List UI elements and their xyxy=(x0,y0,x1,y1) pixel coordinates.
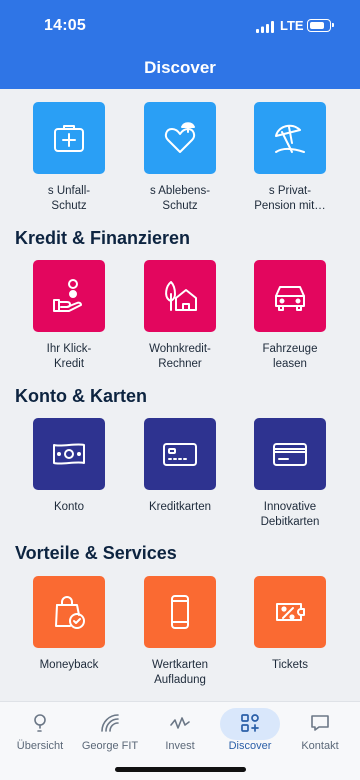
tile-wertkarten-aufladung[interactable]: Wertkarten Aufladung xyxy=(130,576,230,688)
tile-icon-box xyxy=(254,260,326,332)
tile-label: Fahrzeuge leasen xyxy=(262,343,318,370)
status-time: 14:05 xyxy=(44,17,86,34)
banknote-icon xyxy=(53,443,85,465)
tile-icon-box xyxy=(144,576,216,648)
tile-moneyback[interactable]: Moneyback xyxy=(19,576,119,673)
tile-label: s Ablebens- Schutz xyxy=(149,185,211,212)
tile-icon-box xyxy=(254,102,326,174)
tile-ablebens-schutz[interactable]: s Ablebens- Schutz xyxy=(130,102,230,214)
tab-label: Kontakt xyxy=(301,740,339,752)
overview-icon xyxy=(34,714,46,732)
tile-label: Innovative Debitkarten xyxy=(260,501,320,528)
debit-card-icon xyxy=(273,443,307,466)
invest-icon xyxy=(170,717,190,729)
tile-icon-box xyxy=(254,576,326,648)
tile-label: s Unfall- Schutz xyxy=(47,185,91,212)
tile-icon-box xyxy=(33,576,105,648)
percent-ticket-icon xyxy=(276,603,305,621)
app-header: 14:05 LTE Discover xyxy=(0,0,360,89)
tile-konto[interactable]: Konto xyxy=(19,418,119,515)
tab-label: George FIT xyxy=(81,740,139,752)
chat-icon xyxy=(311,715,329,731)
tab-label: Übersicht xyxy=(16,740,64,752)
tile-label: Wertkarten Aufladung xyxy=(151,659,209,686)
section-title-vorteile: Vorteile & Services xyxy=(15,543,177,563)
tile-kreditkarten[interactable]: Kreditkarten xyxy=(130,418,230,515)
car-icon xyxy=(275,286,305,311)
tile-klick-kredit[interactable]: Ihr Klick- Kredit xyxy=(19,260,119,372)
shopping-bag-check-icon xyxy=(55,596,85,629)
tile-fahrzeuge-leasen[interactable]: Fahrzeuge leasen xyxy=(240,260,340,372)
house-tree-icon xyxy=(165,281,197,311)
tile-tickets[interactable]: Tickets xyxy=(240,576,340,673)
discover-icon xyxy=(241,714,259,732)
smartphone-icon xyxy=(171,595,189,629)
battery-icon xyxy=(307,19,334,32)
tile-label: Kreditkarten xyxy=(148,501,211,513)
beach-umbrella-icon xyxy=(275,124,305,153)
tab-uebersicht[interactable]: Übersicht xyxy=(4,708,76,758)
heart-umbrella-icon xyxy=(164,122,196,153)
tile-label: Ihr Klick- Kredit xyxy=(46,343,92,370)
tab-discover[interactable]: Discover xyxy=(214,708,286,758)
page-title: Discover xyxy=(144,58,216,77)
tile-label: Wohnkredit- Rechner xyxy=(149,343,211,370)
tile-icon-box xyxy=(33,418,105,490)
tile-innovative-debitkarten[interactable]: Innovative Debitkarten xyxy=(240,418,340,530)
tab-kontakt[interactable]: Kontakt xyxy=(284,708,356,758)
tile-icon-box xyxy=(33,260,105,332)
tile-label: s Privat- Pension mit… xyxy=(254,185,326,212)
section-title-kredit: Kredit & Finanzieren xyxy=(15,228,191,248)
tab-invest[interactable]: Invest xyxy=(144,708,216,758)
credit-card-icon xyxy=(163,443,197,466)
tile-label: Konto xyxy=(53,501,85,513)
tile-unfall-schutz[interactable]: s Unfall- Schutz xyxy=(19,102,119,214)
network-type: LTE xyxy=(280,18,304,33)
tile-icon-box xyxy=(144,418,216,490)
first-aid-kit-icon xyxy=(54,125,84,152)
signal-icon xyxy=(256,21,274,33)
tile-label: Moneyback xyxy=(39,659,99,671)
tab-label: Invest xyxy=(165,740,195,752)
tab-label: Discover xyxy=(228,740,272,752)
tile-label: Tickets xyxy=(272,659,308,671)
tile-wohnkredit-rechner[interactable]: Wohnkredit- Rechner xyxy=(130,260,230,372)
tile-privat-pension[interactable]: s Privat- Pension mit… xyxy=(240,102,340,214)
tile-icon-box xyxy=(33,102,105,174)
status-bar: 14:05 LTE xyxy=(0,0,360,52)
tile-icon-box xyxy=(144,260,216,332)
hand-coins-icon xyxy=(53,279,82,312)
tile-icon-box xyxy=(254,418,326,490)
tab-george-fit[interactable]: George FIT xyxy=(74,708,146,758)
george-fit-icon xyxy=(101,714,119,732)
tile-icon-box xyxy=(144,102,216,174)
section-title-konto: Konto & Karten xyxy=(15,386,147,406)
home-indicator xyxy=(115,767,246,772)
discover-content[interactable]: s Unfall- Schutz s Ablebens- Schutz s Pr… xyxy=(0,89,360,701)
